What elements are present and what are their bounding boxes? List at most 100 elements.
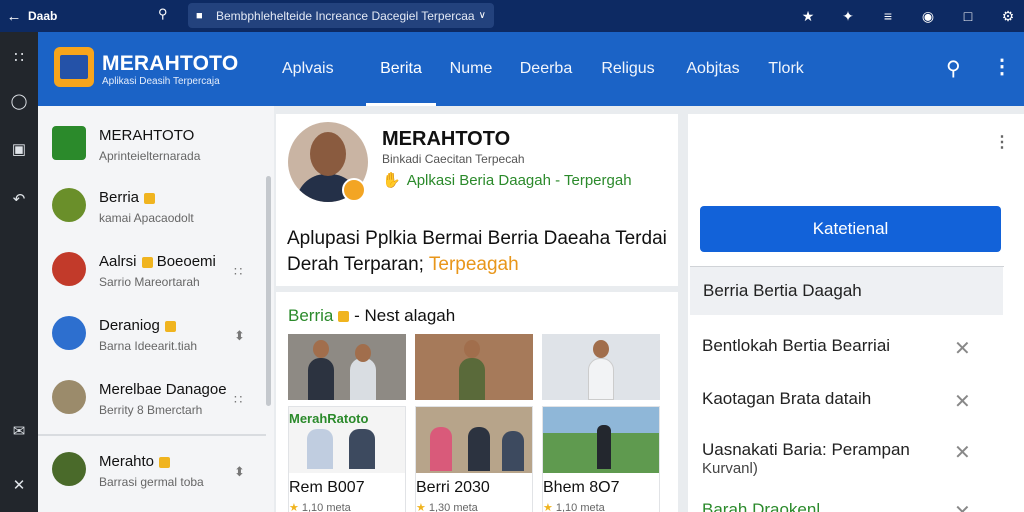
right-list-item-label: Kaotagan Brata dataih bbox=[702, 389, 872, 408]
close-icon[interactable]: ✕ bbox=[954, 500, 971, 512]
list-item-sub: Sarrio Mareortarah bbox=[99, 275, 200, 289]
right-list-item-label: Uasnakati Baria: Perampan bbox=[702, 440, 910, 459]
news-image[interactable] bbox=[415, 334, 533, 400]
circle-icon[interactable]: ◯ bbox=[0, 92, 38, 110]
gear-icon[interactable]: ⚙ bbox=[992, 8, 1024, 25]
tab-religus[interactable]: Religus bbox=[586, 32, 670, 106]
list-item-sub: Berrity 8 Bmerctarh bbox=[99, 403, 203, 417]
close-icon[interactable]: ✕ bbox=[954, 440, 971, 465]
right-list-header[interactable]: Berria Bertia Daagah bbox=[690, 267, 1003, 315]
badge-icon bbox=[141, 256, 153, 268]
list-item-sub: Barrasi germal toba bbox=[99, 475, 204, 489]
news-card[interactable]: Bhem 8O7 ★ 1,10 meta bbox=[542, 406, 660, 512]
profile-card: MERAHTOTO Binkadi Caecitan Terpecah ✋ Apl… bbox=[276, 114, 678, 286]
right-list-item[interactable]: Uasnakati Baria: Perampan Kurvanl) ✕ bbox=[702, 440, 992, 477]
avatar bbox=[52, 316, 86, 350]
list-item-name: Aalrsi Boeoemi bbox=[99, 253, 216, 270]
right-list-item-label: Barah Draokenl bbox=[702, 500, 821, 512]
tab-deerba[interactable]: Deerba bbox=[506, 32, 586, 106]
badge-icon bbox=[144, 192, 156, 204]
search-icon[interactable]: ⚲ bbox=[158, 6, 178, 22]
scrollbar[interactable] bbox=[266, 176, 271, 406]
hands-icon: ✋ bbox=[382, 172, 401, 189]
tab-nume[interactable]: Nume bbox=[436, 32, 506, 106]
news-card-meta: ★ 1,10 meta bbox=[289, 502, 351, 512]
divider bbox=[38, 434, 266, 436]
close-icon[interactable]: ✕ bbox=[954, 336, 971, 361]
right-list-item[interactable]: Kaotagan Brata dataih ✕ bbox=[702, 389, 992, 413]
news-section: Berria - Nest alagah MerahRatoto Rem B00… bbox=[276, 292, 678, 512]
star-icon[interactable]: ★ bbox=[792, 8, 824, 25]
window-icon[interactable]: ▣ bbox=[0, 140, 38, 158]
list-item-sub: Barna Ideearit.tiah bbox=[99, 339, 198, 353]
drag-handle-icon[interactable]: ∷ bbox=[234, 392, 242, 408]
list-item[interactable]: Aalrsi Boeoemi Sarrio Mareortarah ∷ bbox=[38, 240, 266, 302]
avatar bbox=[52, 380, 86, 414]
list-item[interactable]: Deraniog Barna Ideearit.tiah ⬍ bbox=[38, 304, 266, 366]
profile-description: Aplupasi Pplkia Bermai Berria Daeaha Ter… bbox=[287, 228, 667, 275]
news-image bbox=[543, 407, 659, 473]
right-list-item-label: Bentlokah Bertia Bearriai bbox=[702, 336, 891, 355]
hook-icon[interactable]: ↶ bbox=[0, 190, 38, 208]
browser-bar: ← Daab ⚲ ■ Bembphlehelteide Increance Da… bbox=[0, 0, 1024, 32]
avatar bbox=[52, 452, 86, 486]
crossing-icon[interactable]: ✕ bbox=[0, 476, 38, 494]
right-list-item[interactable]: Bentlokah Bertia Bearriai ✕ bbox=[702, 336, 992, 360]
list-item[interactable]: Berria kamai Apacaodolt bbox=[38, 176, 266, 238]
news-image[interactable] bbox=[288, 334, 406, 400]
news-card[interactable]: MerahRatoto Rem B007 ★ 1,10 meta bbox=[288, 406, 406, 512]
list-item-sub: kamai Apacaodolt bbox=[99, 211, 194, 225]
extension-icon[interactable]: ✦ bbox=[832, 8, 864, 25]
list-item-sub: Aprinteielternarada bbox=[99, 149, 201, 163]
news-card[interactable]: Berri 2030 ★ 1,30 meta bbox=[415, 406, 533, 512]
tab-tlork[interactable]: Tlork bbox=[756, 32, 816, 106]
upload-icon[interactable]: ⬍ bbox=[234, 464, 245, 480]
menu-lines-icon[interactable]: ≡ bbox=[872, 8, 904, 24]
star-icon: ★ bbox=[543, 502, 553, 512]
apps-icon[interactable]: ∷ bbox=[0, 48, 38, 66]
profile-title: MERAHTOTO bbox=[382, 128, 511, 150]
search-icon[interactable]: ⚲ bbox=[946, 56, 961, 81]
avatar bbox=[52, 188, 86, 222]
chevron-down-icon[interactable]: ∨ bbox=[479, 10, 486, 21]
profile-tagline: ✋ Aplkasi Beria Daagah - Terpergah bbox=[382, 172, 632, 189]
badge-icon bbox=[164, 320, 176, 332]
avatar bbox=[52, 126, 86, 160]
list-item[interactable]: Merahto Barrasi germal toba ⬍ bbox=[38, 440, 266, 502]
right-list-item[interactable]: Barah Draokenl ✕ bbox=[702, 500, 992, 512]
drag-handle-icon[interactable]: ∷ bbox=[234, 264, 242, 280]
window-icon[interactable]: □ bbox=[952, 8, 984, 24]
app-header: MERAHTOTO Aplikasi Deasih Terpercaja Apl… bbox=[38, 32, 1024, 106]
primary-action-button[interactable]: Katetienal bbox=[700, 206, 1001, 252]
address-bar[interactable]: ■ Bembphlehelteide Increance Dacegiel Te… bbox=[188, 3, 494, 28]
brand-subtitle: Aplikasi Deasih Terpercaja bbox=[102, 76, 220, 87]
close-icon[interactable]: ✕ bbox=[954, 389, 971, 414]
news-image: MerahRatoto bbox=[289, 407, 405, 473]
list-item[interactable]: Merelbae Danagoe Berrity 8 Bmerctarh ∷ bbox=[38, 368, 266, 430]
more-vertical-icon[interactable]: ⋮ bbox=[992, 54, 1012, 79]
more-vertical-icon[interactable]: ⋮ bbox=[994, 132, 1010, 152]
url-text[interactable]: Bembphlehelteide Increance Dacegiel Terp… bbox=[216, 9, 479, 23]
news-image[interactable] bbox=[542, 334, 660, 400]
mail-icon[interactable]: ✉ bbox=[0, 422, 38, 440]
news-heading: Berria - Nest alagah bbox=[288, 306, 456, 325]
list-item-name: Merahto bbox=[99, 453, 171, 470]
badge-icon bbox=[338, 311, 350, 323]
tab-aobjtas[interactable]: Aobjtas bbox=[670, 32, 756, 106]
news-card-title: Berri 2030 bbox=[416, 479, 490, 496]
brand-name: MERAHTOTO bbox=[102, 52, 239, 75]
news-banner: MerahRatoto bbox=[289, 411, 369, 426]
list-item-name: Merelbae Danagoe bbox=[99, 381, 227, 398]
profile-icon[interactable]: ◉ bbox=[912, 8, 944, 25]
news-image bbox=[416, 407, 532, 473]
tab-berita[interactable]: Berita bbox=[366, 32, 436, 106]
news-card-meta: ★ 1,30 meta bbox=[416, 502, 478, 512]
chat-list: MERAHTOTO Aprinteielternarada Berria kam… bbox=[38, 106, 274, 512]
brand-logo bbox=[54, 47, 94, 87]
tab-aplvais[interactable]: Aplvais bbox=[278, 32, 366, 106]
list-item[interactable]: MERAHTOTO Aprinteielternarada bbox=[38, 114, 266, 176]
star-icon: ★ bbox=[289, 502, 299, 512]
back-arrow-icon[interactable]: ← bbox=[0, 8, 28, 25]
upload-icon[interactable]: ⬍ bbox=[234, 328, 245, 344]
list-item-name: Deraniog bbox=[99, 317, 176, 334]
